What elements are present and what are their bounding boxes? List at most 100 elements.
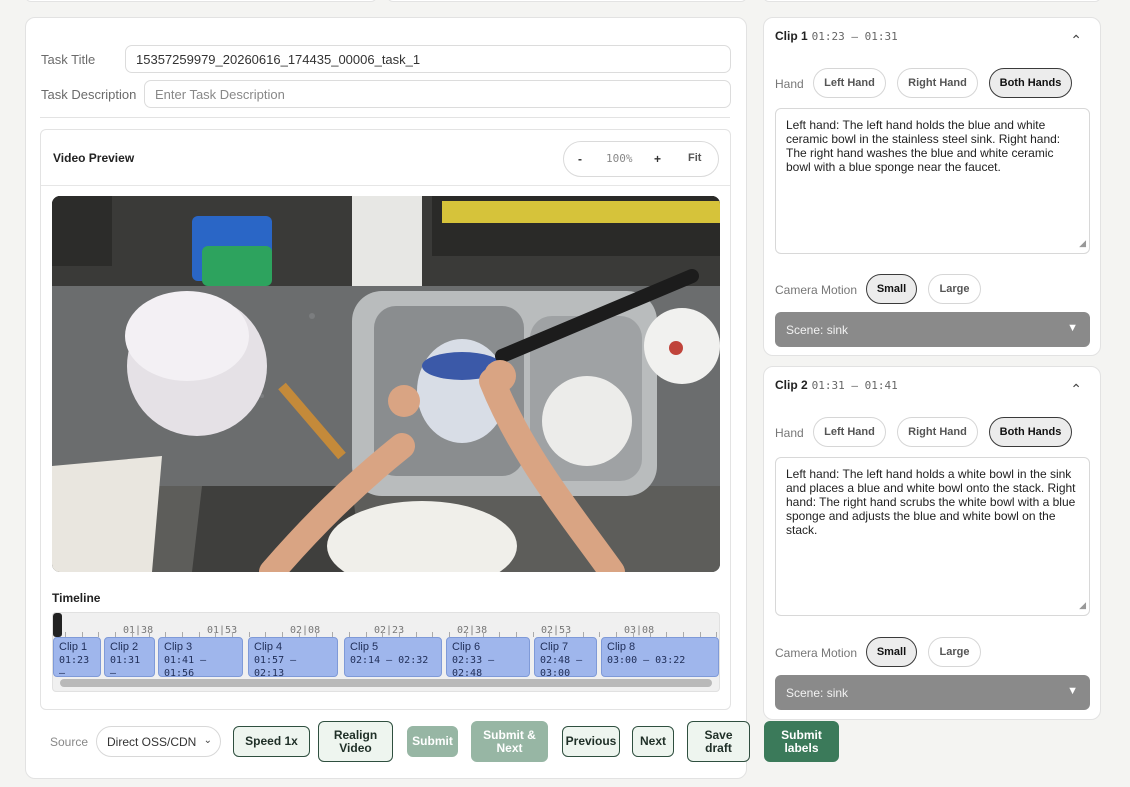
camera-motion-label: Camera Motion bbox=[775, 283, 858, 297]
both-hands-option[interactable]: Both Hands bbox=[989, 68, 1072, 98]
left-hand-option[interactable]: Left Hand bbox=[813, 417, 886, 447]
clip-card-title: Clip 1 01:23 – 01:31 bbox=[775, 29, 898, 43]
clip-range: 01:31 – bbox=[110, 655, 141, 677]
resize-handle-icon[interactable]: ◢ bbox=[1079, 236, 1086, 250]
timeline-clip-4[interactable]: Clip 4 01:57 – 02:13 bbox=[248, 637, 338, 677]
submit-next-button[interactable]: Submit & Next bbox=[471, 721, 548, 762]
chevron-up-icon[interactable]: ⌃ bbox=[1070, 381, 1082, 398]
task-description-label: Task Description bbox=[41, 87, 137, 102]
timeline[interactable]: 01|38 01|53 02|08 02|23 02|38 02|53 03|0… bbox=[52, 612, 720, 692]
zoom-controls: - 100% + Fit bbox=[563, 141, 719, 177]
chevron-up-icon[interactable]: ⌃ bbox=[1070, 32, 1082, 49]
source-select[interactable]: Direct OSS/CDN ⌄ bbox=[96, 726, 221, 757]
clip-range: 02:33 – 02:48 bbox=[452, 655, 495, 677]
video-frame-image bbox=[52, 196, 720, 572]
upper-card-edge bbox=[763, 0, 1101, 2]
clip-title: Clip 2 bbox=[775, 378, 808, 392]
task-description-input[interactable]: Enter Task Description bbox=[144, 80, 731, 108]
clip-description-textarea[interactable]: Left hand: The left hand holds a white b… bbox=[775, 457, 1090, 616]
camera-large-option[interactable]: Large bbox=[928, 274, 981, 304]
timeline-clip-5[interactable]: Clip 5 02:14 – 02:32 bbox=[344, 637, 442, 677]
clip-name: Clip 3 bbox=[164, 641, 193, 653]
previous-button[interactable]: Previous bbox=[562, 726, 620, 757]
camera-large-option[interactable]: Large bbox=[928, 637, 981, 667]
ruler-tick bbox=[98, 632, 100, 637]
preview-title: Video Preview bbox=[53, 151, 135, 165]
timeline-clip-7[interactable]: Clip 7 02:48 – 03:00 bbox=[534, 637, 597, 677]
timeline-ruler: 01|38 01|53 02|08 02|23 02|38 02|53 03|0… bbox=[53, 613, 719, 637]
realign-video-button[interactable]: Realign Video bbox=[318, 721, 393, 762]
clip-name: Clip 7 bbox=[540, 641, 569, 653]
clip-name: Clip 2 bbox=[110, 641, 139, 653]
zoom-in-button[interactable]: + bbox=[654, 152, 661, 166]
next-button[interactable]: Next bbox=[632, 726, 674, 757]
scene-value: Scene: sink bbox=[786, 686, 849, 700]
source-value: Direct OSS/CDN bbox=[107, 735, 197, 749]
preview-header: Video Preview - 100% + Fit bbox=[41, 130, 730, 186]
task-title-input[interactable]: 15357259979_20260616_174435_00006_task_1 bbox=[125, 45, 731, 73]
clip-name: Clip 5 bbox=[350, 641, 379, 653]
ruler-tick bbox=[716, 632, 718, 637]
ruler-tick bbox=[599, 632, 601, 637]
dropdown-arrow-icon: ▼ bbox=[1067, 685, 1078, 697]
timeline-playhead[interactable] bbox=[53, 613, 62, 637]
timeline-clip-1[interactable]: Clip 1 01:23 – bbox=[53, 637, 101, 677]
right-hand-option[interactable]: Right Hand bbox=[897, 417, 978, 447]
clip-name: Clip 4 bbox=[254, 641, 283, 653]
clip-range: 02:48 – 03:00 bbox=[540, 655, 583, 677]
hand-label: Hand bbox=[775, 426, 804, 440]
clip-description-textarea[interactable]: Left hand: The left hand holds the blue … bbox=[775, 108, 1090, 254]
fit-button[interactable]: Fit bbox=[688, 152, 701, 164]
clip-time-range: 01:23 – 01:31 bbox=[811, 30, 898, 43]
scene-value: Scene: sink bbox=[786, 323, 849, 337]
clip-range: 01:57 – 02:13 bbox=[254, 655, 303, 677]
resize-handle-icon[interactable]: ◢ bbox=[1079, 598, 1086, 612]
dropdown-arrow-icon: ▼ bbox=[1067, 322, 1078, 334]
clip-card-2: Clip 2 01:31 – 01:41 ⌃ Hand Left Hand Rig… bbox=[763, 366, 1101, 720]
scene-select[interactable]: Scene: sink ▼ bbox=[775, 312, 1090, 347]
ruler-tick bbox=[248, 632, 250, 637]
clip-name: Clip 8 bbox=[607, 641, 636, 653]
clip-title: Clip 1 bbox=[775, 29, 808, 43]
hand-label: Hand bbox=[775, 77, 804, 91]
clip-range: 02:14 – 02:32 bbox=[350, 655, 429, 666]
timeline-clip-8[interactable]: Clip 8 03:00 – 03:22 bbox=[601, 637, 719, 677]
clip-name: Clip 6 bbox=[452, 641, 481, 653]
upper-card-edge bbox=[387, 0, 747, 2]
timeline-label: Timeline bbox=[52, 591, 101, 605]
clip-range: 01:41 – 01:56 bbox=[164, 655, 207, 677]
clip-name: Clip 1 bbox=[59, 641, 88, 653]
clip-card-title: Clip 2 01:31 – 01:41 bbox=[775, 378, 898, 392]
scene-select[interactable]: Scene: sink ▼ bbox=[775, 675, 1090, 710]
clip-range: 03:00 – 03:22 bbox=[607, 655, 686, 666]
video-player[interactable] bbox=[52, 196, 720, 572]
ruler-tick bbox=[532, 632, 534, 637]
clip-range: 01:23 – bbox=[59, 655, 90, 677]
timeline-clip-3[interactable]: Clip 3 01:41 – 01:56 bbox=[158, 637, 243, 677]
clip-card-1: Clip 1 01:23 – 01:31 ⌃ Hand Left Hand Rig… bbox=[763, 17, 1101, 356]
right-hand-option[interactable]: Right Hand bbox=[897, 68, 978, 98]
zoom-out-button[interactable]: - bbox=[578, 152, 582, 166]
timeline-scrollbar[interactable] bbox=[60, 679, 712, 687]
camera-small-option[interactable]: Small bbox=[866, 637, 917, 667]
speed-button[interactable]: Speed 1x bbox=[233, 726, 310, 757]
chevron-down-icon: ⌄ bbox=[203, 735, 212, 746]
task-title-label: Task Title bbox=[41, 52, 96, 67]
video-preview-card: Video Preview - 100% + Fit Timeline 01|3… bbox=[40, 129, 731, 710]
save-draft-button[interactable]: Save draft bbox=[687, 721, 750, 762]
source-label: Source bbox=[50, 735, 89, 749]
divider bbox=[40, 117, 730, 118]
submit-button[interactable]: Submit bbox=[407, 726, 458, 757]
timeline-clip-2[interactable]: Clip 2 01:31 – bbox=[104, 637, 155, 677]
camera-motion-label: Camera Motion bbox=[775, 646, 858, 660]
clip-time-range: 01:31 – 01:41 bbox=[811, 379, 898, 392]
clip-description: Left hand: The left hand holds the blue … bbox=[786, 118, 1061, 174]
submit-labels-button[interactable]: Submit labels bbox=[764, 721, 839, 762]
clip-description: Left hand: The left hand holds a white b… bbox=[786, 467, 1076, 537]
both-hands-option[interactable]: Both Hands bbox=[989, 417, 1072, 447]
timeline-clip-6[interactable]: Clip 6 02:33 – 02:48 bbox=[446, 637, 530, 677]
upper-card-edge bbox=[25, 0, 377, 2]
zoom-level: 100% bbox=[606, 152, 633, 165]
left-hand-option[interactable]: Left Hand bbox=[813, 68, 886, 98]
camera-small-option[interactable]: Small bbox=[866, 274, 917, 304]
